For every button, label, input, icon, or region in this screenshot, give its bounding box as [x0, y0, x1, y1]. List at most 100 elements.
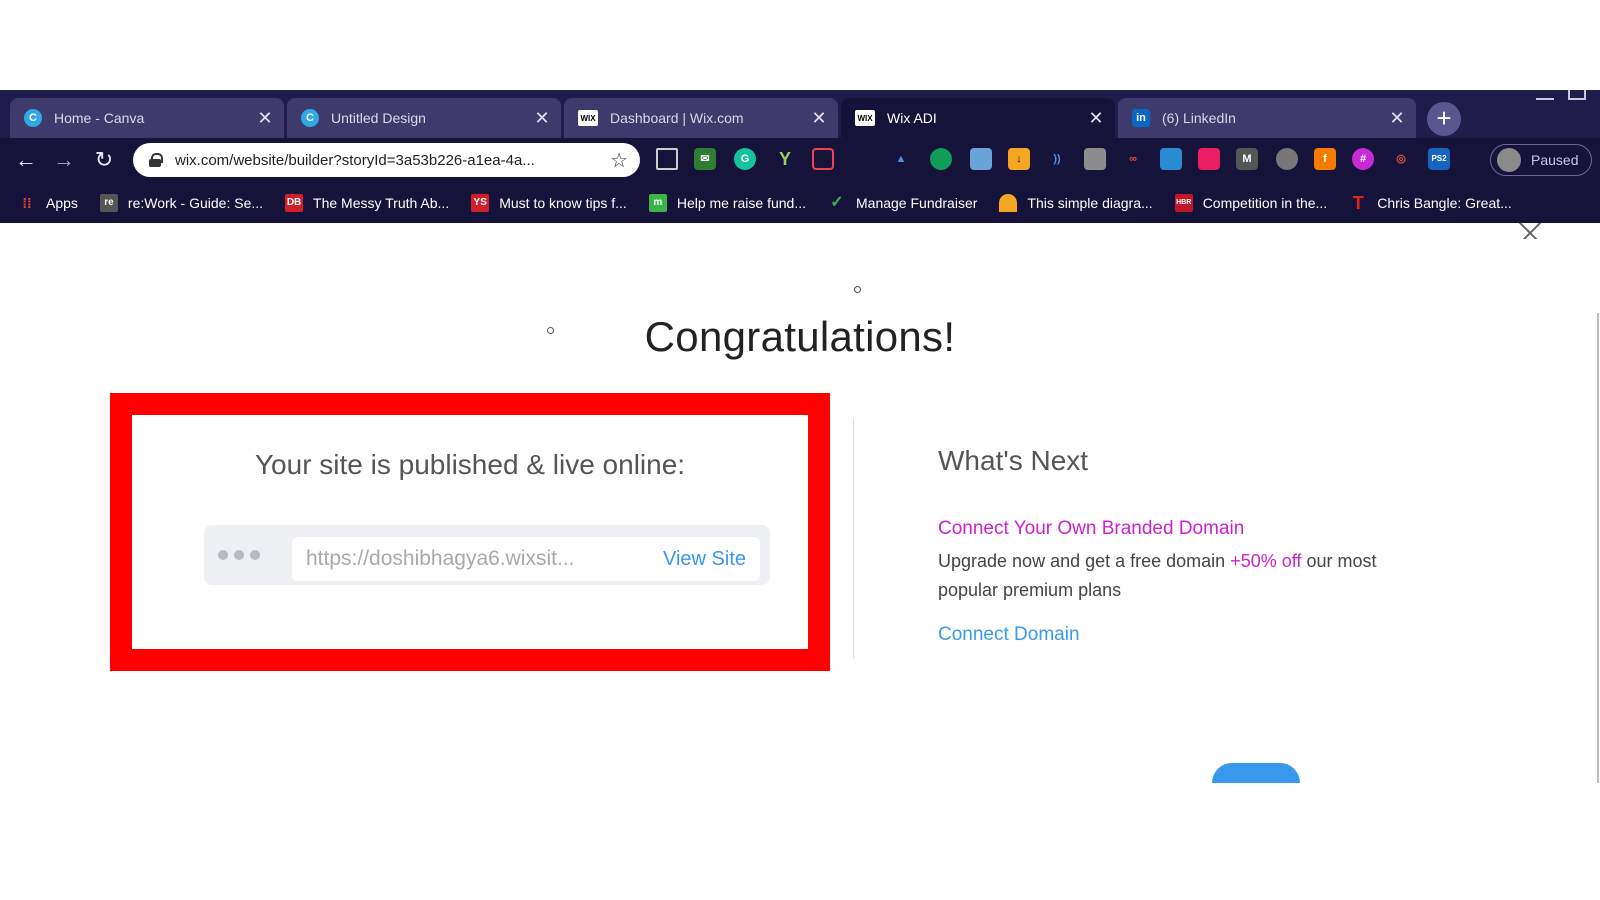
- linkedin-icon: in: [1132, 109, 1150, 127]
- divider: [853, 419, 854, 659]
- tab-wix-dashboard[interactable]: WIX Dashboard | Wix.com ✕: [564, 98, 838, 138]
- t-icon: T: [1352, 192, 1364, 213]
- profile-status: Paused: [1531, 152, 1579, 168]
- tab-title: Dashboard | Wix.com: [610, 110, 744, 126]
- tab-home-canva[interactable]: C Home - Canva ✕: [10, 98, 284, 138]
- bookmark-label: Manage Fundraiser: [856, 194, 978, 211]
- connect-domain-link[interactable]: Connect Domain: [938, 624, 1080, 646]
- bookmark-item[interactable]: ✓ Manage Fundraiser: [828, 194, 977, 212]
- forward-icon[interactable]: →: [50, 146, 78, 174]
- published-title: Your site is published & live online:: [254, 449, 686, 480]
- address-url[interactable]: wix.com/website/builder?storyId=3a53b226…: [175, 152, 610, 169]
- bookmark-item[interactable]: DB The Messy Truth Ab...: [285, 193, 450, 212]
- hangouts-icon[interactable]: [930, 148, 952, 170]
- page-title: Congratulations!: [644, 313, 956, 360]
- published-panel: Your site is published & live online: ht…: [110, 393, 830, 671]
- fundraiser-icon: m: [648, 193, 667, 212]
- close-icon[interactable]: ✕: [533, 109, 551, 127]
- scrollbar[interactable]: [1597, 313, 1599, 783]
- bookmark-label: Apps: [46, 194, 78, 211]
- browser-chrome: C Home - Canva ✕ C Untitled Design ✕ WIX…: [0, 90, 1600, 223]
- bookmark-item[interactable]: This simple diagra...: [999, 193, 1153, 212]
- domain-desc-text: Upgrade now and get a free domain: [938, 551, 1231, 571]
- browser-toolbar: ← → ↻ wix.com/website/builder?storyId=3a…: [0, 138, 1600, 182]
- whats-next-title: What's Next: [938, 445, 1089, 476]
- site-url-bar: https://doshibhagya6.wixsit... View Site: [204, 525, 770, 585]
- home-extension-icon[interactable]: [656, 148, 678, 170]
- f-extension-icon[interactable]: f: [1314, 148, 1336, 170]
- window-controls: [1536, 90, 1586, 100]
- color-grid-extension-icon[interactable]: [1198, 148, 1220, 170]
- close-icon[interactable]: ✕: [256, 109, 274, 127]
- clapper-icon[interactable]: [970, 148, 992, 170]
- tab-title: (6) LinkedIn: [1162, 110, 1236, 126]
- bookmark-item[interactable]: HBR Competition in the...: [1174, 193, 1327, 212]
- avatar: [1497, 148, 1521, 172]
- lock-icon: [149, 153, 163, 167]
- ps2-extension-icon[interactable]: PS2: [1428, 148, 1450, 170]
- decorative-dot: [854, 286, 861, 293]
- mail-extension-icon[interactable]: ✉: [694, 148, 716, 170]
- minimize-icon[interactable]: [1536, 90, 1554, 100]
- bookmark-item[interactable]: re re:Work - Guide: Se...: [99, 193, 263, 212]
- decorative-dot: [547, 327, 554, 334]
- hash-extension-icon[interactable]: #: [1352, 148, 1374, 170]
- view-site-link[interactable]: View Site: [663, 548, 746, 571]
- tab-untitled-design[interactable]: C Untitled Design ✕: [287, 98, 561, 138]
- swirl-extension-icon[interactable]: ◎: [1390, 148, 1412, 170]
- db-icon: DB: [285, 193, 304, 212]
- canva-icon: C: [301, 109, 319, 127]
- tab-wix-adi[interactable]: WIX Wix ADI ✕: [841, 98, 1115, 138]
- calendar-extension-icon[interactable]: [1160, 148, 1182, 170]
- page-content: Congratulations! Your site is published …: [0, 223, 1600, 783]
- new-tab-button[interactable]: +: [1427, 102, 1461, 136]
- ys-icon: YS: [471, 193, 490, 212]
- reload-icon[interactable]: ↻: [90, 146, 118, 174]
- m-extension-icon[interactable]: M: [1236, 148, 1258, 170]
- download-extension-icon[interactable]: ↓: [1008, 148, 1030, 170]
- bookmark-label: The Messy Truth Ab...: [313, 194, 450, 211]
- close-icon[interactable]: ✕: [1388, 109, 1406, 127]
- tab-title: Untitled Design: [331, 110, 426, 126]
- promo-text: +50% off: [1230, 551, 1302, 571]
- signal-extension-icon[interactable]: )): [1046, 148, 1068, 170]
- back-icon[interactable]: ←: [12, 146, 40, 174]
- site-url-field: https://doshibhagya6.wixsit... View Site: [292, 537, 760, 581]
- bookmark-item[interactable]: T Chris Bangle: Great...: [1349, 194, 1512, 212]
- drive-extension-icon[interactable]: ▲: [890, 148, 912, 170]
- close-icon[interactable]: ✕: [1087, 109, 1105, 127]
- bookmarks-bar: ⁞⁞ Apps re re:Work - Guide: Se... DB The…: [0, 182, 1600, 223]
- profile-button[interactable]: Paused: [1490, 144, 1592, 176]
- wix-icon: WIX: [855, 110, 875, 126]
- maximize-icon[interactable]: [1568, 90, 1586, 100]
- bookmark-star-icon[interactable]: ☆: [610, 148, 628, 173]
- nbc-icon: [999, 193, 1018, 212]
- bookmark-label: Chris Bangle: Great...: [1377, 194, 1512, 211]
- primary-button[interactable]: [1212, 763, 1300, 783]
- close-icon[interactable]: ✕: [810, 109, 828, 127]
- y-extension-icon[interactable]: Y: [774, 148, 796, 170]
- hbr-icon: HBR: [1174, 193, 1193, 212]
- bookmark-label: Help me raise fund...: [676, 194, 806, 211]
- bookmark-label: This simple diagra...: [1027, 194, 1153, 211]
- chat-extension-icon[interactable]: [1276, 148, 1298, 170]
- rework-icon: re: [99, 193, 118, 212]
- tab-linkedin[interactable]: in (6) LinkedIn ✕: [1118, 98, 1416, 138]
- loop-extension-icon[interactable]: ∞: [1122, 148, 1144, 170]
- close-icon[interactable]: [1515, 223, 1547, 239]
- tab-title: Wix ADI: [887, 110, 937, 126]
- gray-extension-icon[interactable]: [1084, 148, 1106, 170]
- tab-strip: C Home - Canva ✕ C Untitled Design ✕ WIX…: [0, 90, 1600, 138]
- bookmark-item[interactable]: ⁞⁞ Apps: [18, 194, 78, 212]
- canva-icon: C: [24, 109, 42, 127]
- bookmark-item[interactable]: m Help me raise fund...: [648, 193, 806, 212]
- address-bar[interactable]: wix.com/website/builder?storyId=3a53b226…: [133, 143, 640, 177]
- branded-domain-link[interactable]: Connect Your Own Branded Domain: [938, 518, 1244, 540]
- fundraiser-check-icon: ✓: [830, 193, 844, 211]
- apps-grid-icon: ⁞⁞: [22, 194, 32, 211]
- domain-description: Upgrade now and get a free domain +50% o…: [938, 547, 1378, 605]
- bookmark-item[interactable]: YS Must to know tips f...: [471, 193, 627, 212]
- site-url[interactable]: https://doshibhagya6.wixsit...: [306, 547, 639, 571]
- grammarly-icon[interactable]: G: [734, 148, 756, 170]
- pocket-icon[interactable]: [812, 148, 834, 170]
